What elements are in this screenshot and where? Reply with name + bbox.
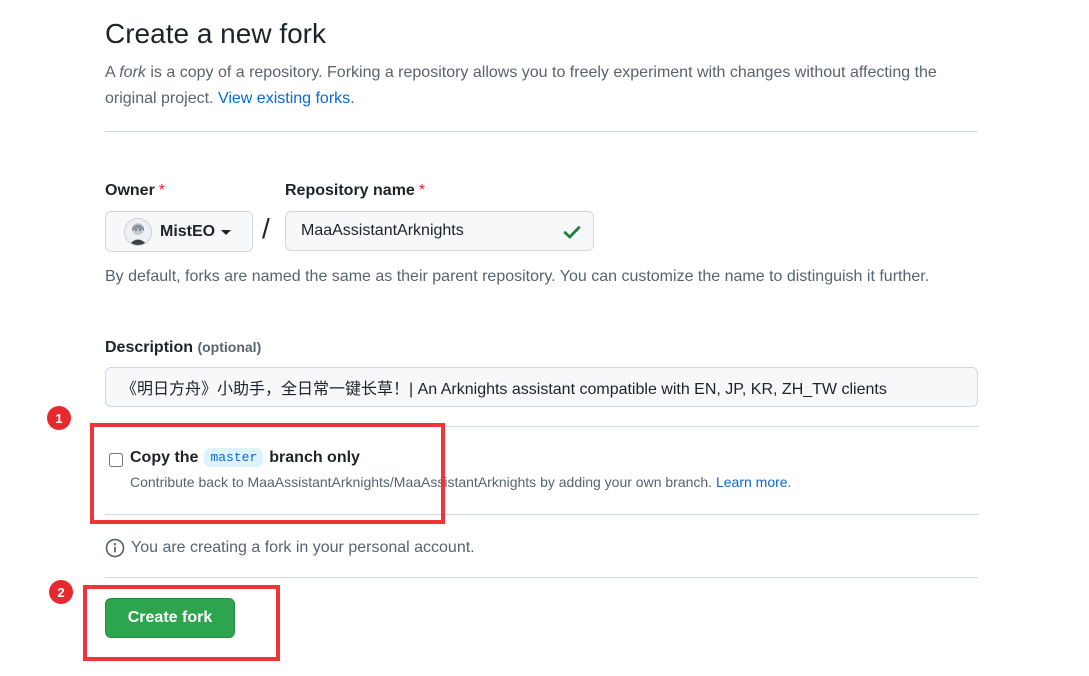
branch-name-badge: master: [204, 448, 264, 467]
learn-more-link[interactable]: Learn more.: [716, 474, 791, 490]
required-mark: *: [418, 182, 426, 199]
create-fork-button[interactable]: Create fork: [105, 598, 235, 638]
step-badge-1: 1: [47, 406, 71, 430]
divider: [105, 426, 978, 427]
fork-emphasis: fork: [119, 64, 146, 81]
user-avatar-icon: [129, 222, 147, 245]
owner-label: Owner *: [105, 182, 166, 199]
copy-branch-only-checkbox[interactable]: [109, 453, 123, 467]
owner-name: MistEO: [160, 222, 216, 240]
page-intro: A fork is a copy of a repository. Forkin…: [105, 64, 937, 107]
repository-name-label: Repository name *: [285, 182, 426, 199]
copy-branch-description: Contribute back to MaaAssistantArknights…: [130, 474, 792, 490]
info-icon: [105, 538, 125, 558]
divider: [105, 577, 978, 578]
fork-page: Create a new fork A fork is a copy of a …: [0, 0, 1089, 676]
owner-select-button[interactable]: MistEO: [105, 211, 253, 252]
divider: [105, 514, 978, 515]
repository-name-input[interactable]: [285, 211, 594, 251]
account-notice: You are creating a fork in your personal…: [105, 538, 475, 558]
avatar: [124, 217, 152, 246]
divider: [105, 131, 978, 132]
copy-branch-only-label[interactable]: Copy the master branch only: [130, 448, 360, 467]
page-title: Create a new fork: [105, 18, 326, 49]
description-label: Description (optional): [105, 339, 262, 356]
optional-tag: (optional): [197, 339, 262, 355]
check-icon: [563, 226, 581, 239]
step-badge-2: 2: [49, 580, 73, 604]
description-input[interactable]: [105, 367, 978, 407]
caret-down-icon: [221, 230, 232, 235]
owner-repo-separator: /: [262, 213, 270, 244]
view-existing-forks-link[interactable]: View existing forks.: [218, 90, 355, 107]
repository-name-hint: By default, forks are named the same as …: [105, 268, 930, 285]
required-mark: *: [158, 182, 166, 199]
